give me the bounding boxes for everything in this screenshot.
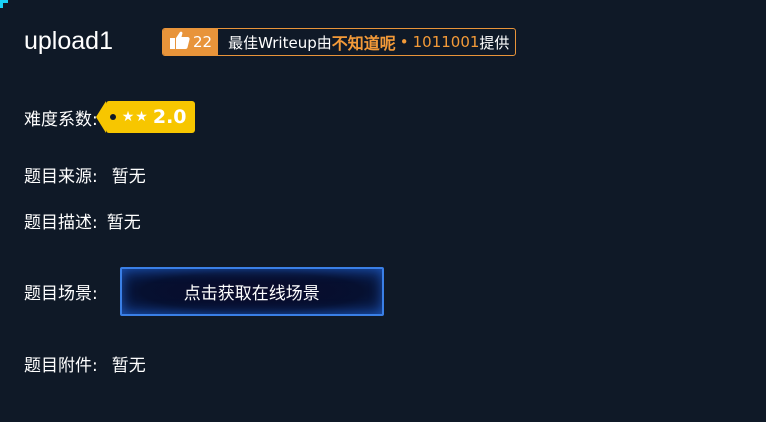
difficulty-label: 难度系数: [24, 109, 98, 130]
best-writeup-badge[interactable]: 22 最佳Writeup由 不知道呢 • 1011001 提供 [162, 28, 517, 56]
challenge-title: upload1 [24, 27, 113, 55]
attachment-value: 暂无 [111, 356, 146, 376]
writeup-author[interactable]: 不知道呢 [332, 30, 396, 54]
thumbs-up-icon [170, 31, 190, 53]
source-row: 题目来源: 暂无 [24, 162, 146, 187]
attachment-row: 题目附件: 暂无 [24, 351, 146, 376]
scene-row: 题目场景: 点击获取在线场景 [24, 267, 384, 316]
writeup-suffix: 提供 [479, 33, 510, 52]
writeup-separator: • [399, 33, 409, 51]
description-value: 暂无 [106, 213, 141, 233]
description-row: 题目描述: 暂无 [24, 208, 141, 233]
source-label: 题目来源: [24, 167, 98, 187]
corner-accent [0, 0, 8, 8]
writeup-prefix: 最佳Writeup由 [228, 33, 332, 52]
difficulty-stars: ★★ [121, 109, 149, 125]
writeup-author-id: 1011001 [412, 33, 480, 51]
difficulty-badge: ★★ 2.0 [95, 101, 195, 133]
like-box[interactable]: 22 [163, 29, 219, 55]
scene-label: 题目场景: [24, 284, 98, 304]
attachment-label: 题目附件: [24, 356, 98, 376]
tag-hole-icon [109, 114, 116, 120]
description-label: 题目描述: [24, 213, 98, 233]
source-value: 暂无 [111, 167, 146, 187]
writeup-credit[interactable]: 最佳Writeup由 不知道呢 • 1011001 提供 [218, 29, 515, 55]
like-count: 22 [193, 33, 213, 51]
get-scene-button[interactable]: 点击获取在线场景 [119, 267, 384, 316]
difficulty-row: 难度系数: ★★ 2.0 [24, 101, 195, 133]
difficulty-value: 2.0 [152, 106, 187, 128]
